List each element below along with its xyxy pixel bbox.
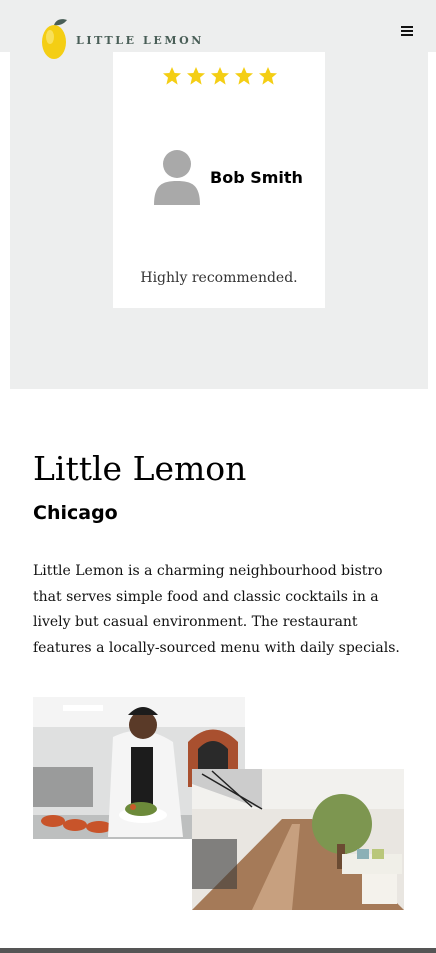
star-icon (163, 67, 181, 85)
restaurant-patio-photo (192, 769, 404, 910)
star-icon (235, 67, 253, 85)
about-title: Little Lemon (33, 449, 247, 488)
lemon-logo-icon[interactable] (40, 17, 70, 61)
review-text: Highly recommended. (140, 270, 298, 286)
star-rating (162, 66, 278, 86)
reviewer-name: Bob Smith (210, 168, 303, 187)
about-subtitle: Chicago (33, 502, 118, 524)
site-header: LITTLE LEMON (0, 0, 436, 59)
user-avatar-icon (154, 150, 200, 205)
brand-name[interactable]: LITTLE LEMON (76, 34, 204, 47)
star-icon (211, 67, 229, 85)
about-description: Little Lemon is a charming neighbourhood… (33, 563, 400, 656)
star-icon (259, 67, 277, 85)
hamburger-menu-icon[interactable] (398, 24, 418, 42)
star-icon (187, 67, 205, 85)
bottom-edge (0, 948, 436, 953)
